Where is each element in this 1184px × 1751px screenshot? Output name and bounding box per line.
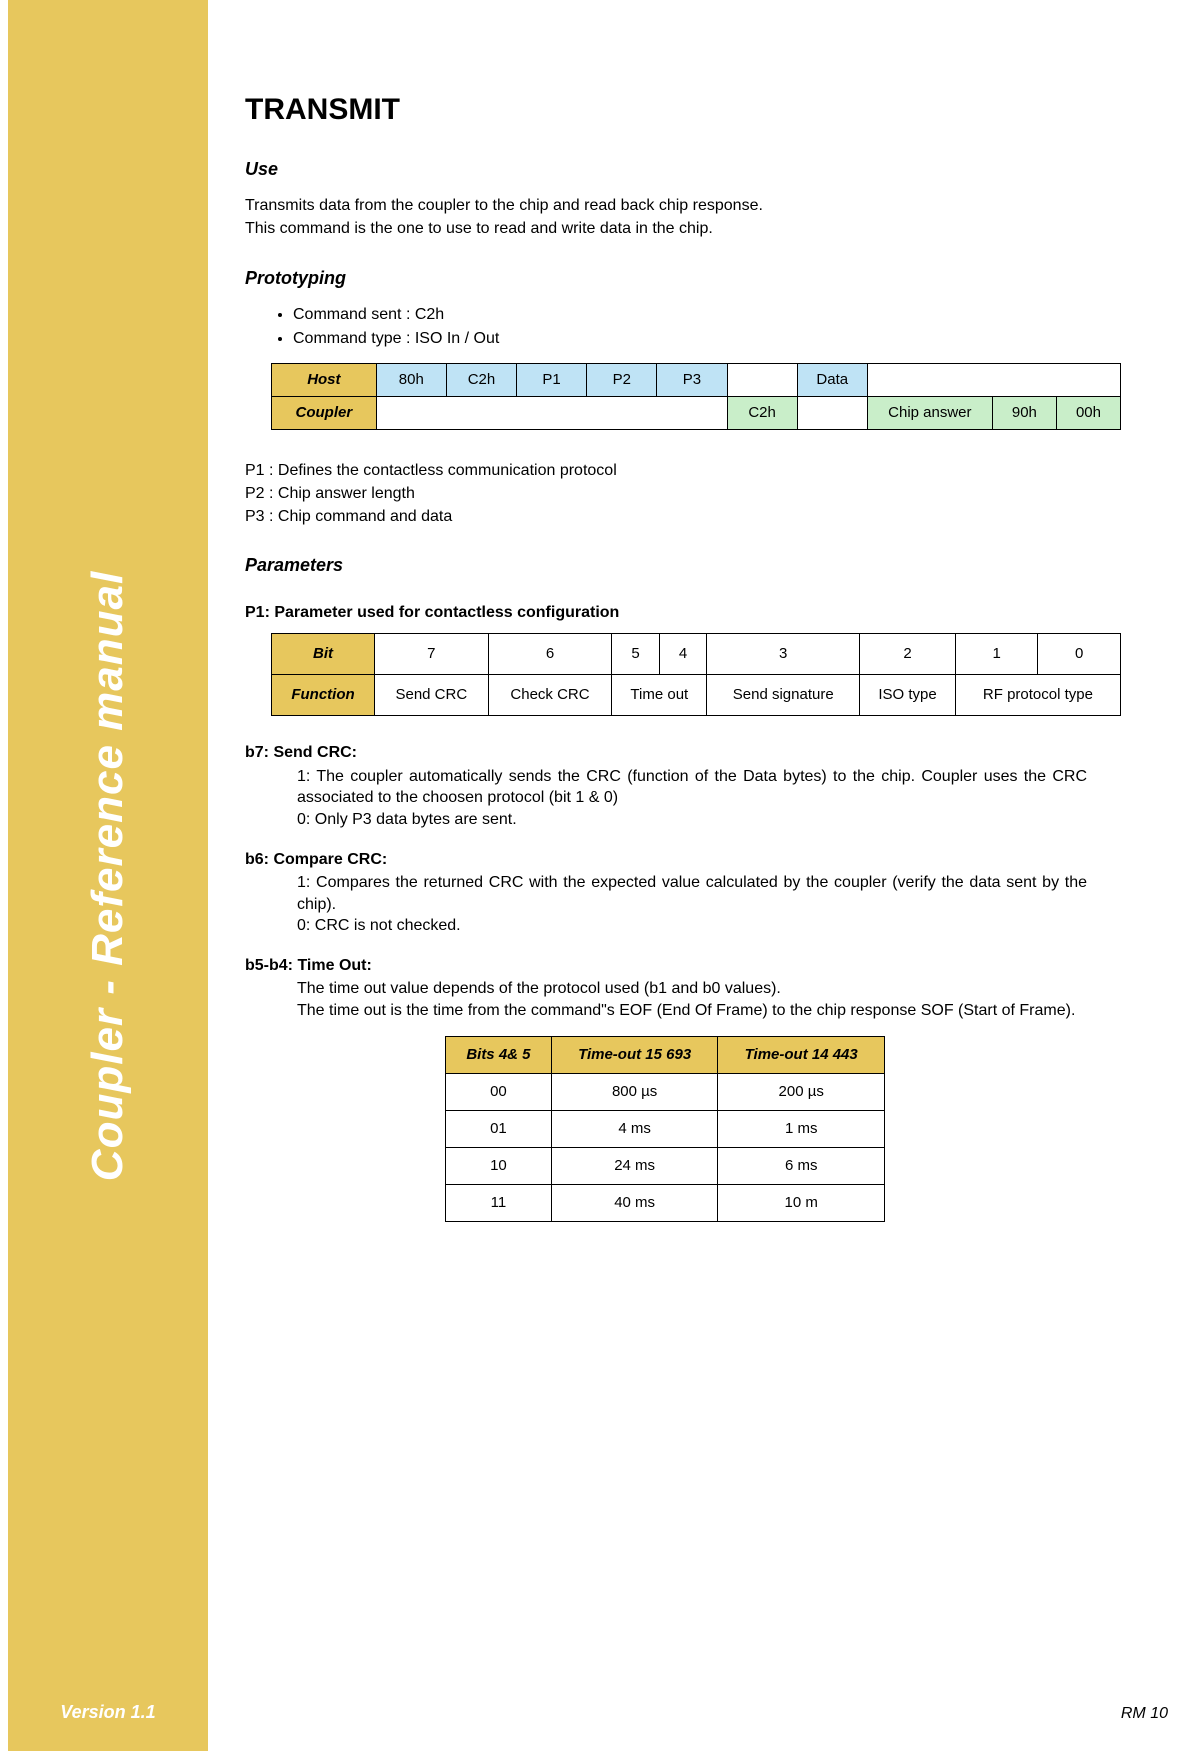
to-r0-c1: 800 µs [551,1073,718,1110]
func-5-4: Time out [612,675,707,716]
proto-coupler-c6: C2h [727,397,797,430]
proto-coupler-lead [376,397,727,430]
bit-descriptions: b7: Send CRC: 1: The coupler automatical… [245,742,1154,1222]
proto-definitions: P1 : Defines the contactless communicati… [245,460,1154,527]
table-row: 10 24 ms 6 ms [446,1147,885,1184]
prototyping-table: Host 80h C2h P1 P2 P3 Data Coupler C2h C… [271,363,1121,430]
bit-2: 2 [860,634,956,675]
sidebar-version: Version 1.1 [8,1702,208,1723]
bit-3: 3 [707,634,860,675]
bit-6: 6 [488,634,612,675]
bit-4: 4 [659,634,707,675]
func-1-0: RF protocol type [955,675,1120,716]
b6-l2: 0: CRC is not checked. [297,915,1087,937]
proto-host-c3: P1 [517,364,587,397]
section-prototyping: Prototyping [245,266,1154,290]
content: TRANSMIT Use Transmits data from the cou… [245,90,1154,1222]
bullet-command-type: Command type : ISO In / Out [293,328,1154,350]
use-line1: Transmits data from the coupler to the c… [245,195,1154,217]
func-label: Function [272,675,375,716]
sidebar-title: Coupler - Reference manual [83,570,133,1180]
def-p2: P2 : Chip answer length [245,483,1154,505]
parameters-sub1: P1: Parameter used for contactless confi… [245,602,1154,624]
bit-1: 1 [955,634,1038,675]
page: Coupler - Reference manual Version 1.1 T… [0,0,1184,1751]
page-title: TRANSMIT [245,90,1154,131]
proto-coupler-gap [797,397,867,430]
proto-host-c4: P2 [587,364,657,397]
proto-host-tail [867,364,1120,397]
proto-host-c5: P3 [657,364,727,397]
to-h2: Time-out 15 693 [551,1036,718,1073]
use-text: Transmits data from the coupler to the c… [245,195,1154,240]
use-line2: This command is the one to use to read a… [245,218,1154,240]
def-p1: P1 : Defines the contactless communicati… [245,460,1154,482]
b7-l1: 1: The coupler automatically sends the C… [297,766,1087,809]
to-r1-c1: 4 ms [551,1110,718,1147]
footer-page-number: RM 10 [1121,1705,1168,1723]
section-use: Use [245,157,1154,181]
timeout-table: Bits 4& 5 Time-out 15 693 Time-out 14 44… [445,1036,885,1222]
proto-host-c1: 80h [376,364,446,397]
to-r2-c1: 24 ms [551,1147,718,1184]
proto-row-host: Host 80h C2h P1 P2 P3 Data [272,364,1121,397]
to-h1: Bits 4& 5 [446,1036,552,1073]
func-row: Function Send CRC Check CRC Time out Sen… [272,675,1121,716]
b7-l2: 0: Only P3 data bytes are sent. [297,809,1087,831]
bit-table: Bit 7 6 5 4 3 2 1 0 Function Send CRC Ch… [271,633,1121,716]
timeout-header: Bits 4& 5 Time-out 15 693 Time-out 14 44… [446,1036,885,1073]
to-r1-c2: 1 ms [718,1110,885,1147]
b6-body: 1: Compares the returned CRC with the ex… [297,872,1087,937]
func-7: Send CRC [375,675,489,716]
prototyping-bullets: Command sent : C2h Command type : ISO In… [245,304,1154,349]
to-r2-c2: 6 ms [718,1147,885,1184]
table-row: 00 800 µs 200 µs [446,1073,885,1110]
to-r0-c2: 200 µs [718,1073,885,1110]
to-r3-c2: 10 m [718,1184,885,1221]
bit-7: 7 [375,634,489,675]
section-parameters: Parameters [245,553,1154,577]
bit-0: 0 [1038,634,1121,675]
sidebar: Coupler - Reference manual Version 1.1 [8,0,208,1751]
table-row: 01 4 ms 1 ms [446,1110,885,1147]
to-h3: Time-out 14 443 [718,1036,885,1073]
b6-title: b6: Compare CRC: [245,849,1154,871]
bit-label: Bit [272,634,375,675]
func-6: Check CRC [488,675,612,716]
b5b4-title: b5-b4: Time Out: [245,955,1154,977]
b6-l1: 1: Compares the returned CRC with the ex… [297,872,1087,915]
proto-coupler-c8: Chip answer [867,397,992,430]
to-r2-c0: 10 [446,1147,552,1184]
to-r3-c1: 40 ms [551,1184,718,1221]
proto-host-c2: C2h [446,364,516,397]
def-p3: P3 : Chip command and data [245,506,1154,528]
b5b4-l2: The time out is the time from the comman… [297,1000,1087,1022]
bit-row: Bit 7 6 5 4 3 2 1 0 [272,634,1121,675]
proto-row-coupler: Coupler C2h Chip answer 90h 00h [272,397,1121,430]
table-row: 11 40 ms 10 m [446,1184,885,1221]
b5b4-l1: The time out value depends of the protoc… [297,978,1087,1000]
proto-host-c6 [727,364,797,397]
proto-coupler-c9: 90h [992,397,1056,430]
proto-coupler-c10: 00h [1056,397,1120,430]
b7-body: 1: The coupler automatically sends the C… [297,766,1087,831]
proto-coupler-label: Coupler [272,397,377,430]
bullet-command-sent: Command sent : C2h [293,304,1154,326]
to-r3-c0: 11 [446,1184,552,1221]
to-r0-c0: 00 [446,1073,552,1110]
func-2: ISO type [860,675,956,716]
func-3: Send signature [707,675,860,716]
b7-title: b7: Send CRC: [245,742,1154,764]
to-r1-c0: 01 [446,1110,552,1147]
proto-host-label: Host [272,364,377,397]
bit-5: 5 [612,634,659,675]
proto-host-c7: Data [797,364,867,397]
b5b4-body: The time out value depends of the protoc… [297,978,1087,1021]
